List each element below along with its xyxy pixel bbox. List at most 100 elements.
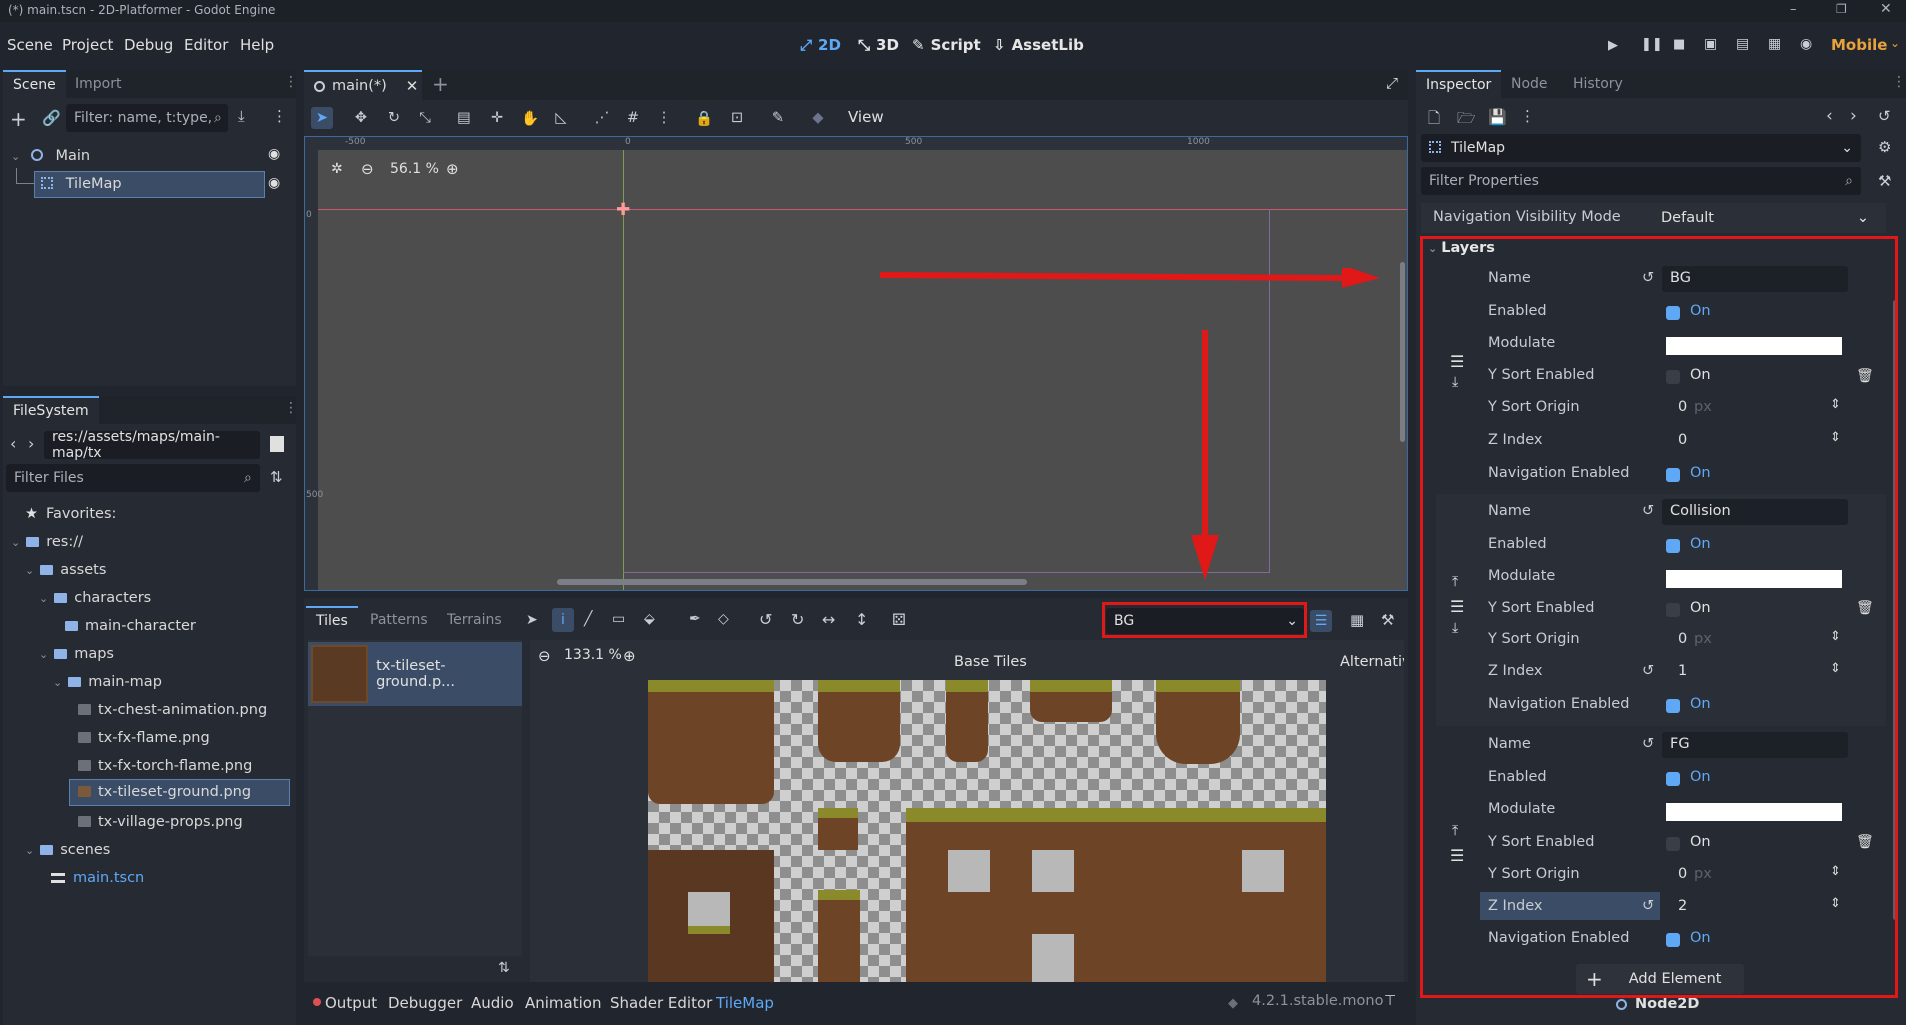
link-icon[interactable]: 🔗 xyxy=(42,109,61,127)
remote-debug-icon[interactable]: ▣ xyxy=(1704,36,1717,52)
tab-filesystem[interactable]: FileSystem xyxy=(3,396,99,424)
pin-panel-icon[interactable]: ⊤ xyxy=(1384,993,1396,1009)
horizontal-scrollbar[interactable] xyxy=(557,579,1027,585)
tab-patterns[interactable]: Patterns xyxy=(360,606,438,634)
visibility-eye-icon[interactable]: ◉ xyxy=(268,146,280,162)
workspace-3d[interactable]: ⤡ 3D xyxy=(858,36,899,54)
rotate-right-icon[interactable]: ↻ xyxy=(791,610,804,629)
center-view-icon[interactable]: ✲ xyxy=(331,161,343,177)
group-icon[interactable]: ⊡ xyxy=(726,107,748,129)
movie-maker-icon[interactable]: ◉ xyxy=(1800,36,1812,52)
tab-scene[interactable]: Scene xyxy=(3,70,66,98)
flip-h-icon[interactable]: ↔ xyxy=(822,610,835,629)
visibility-eye-icon[interactable]: ◉ xyxy=(268,175,280,191)
paint-tool-icon[interactable]: ⅰ xyxy=(552,608,574,632)
object-history-icon[interactable]: ↺ xyxy=(1878,107,1891,125)
split-view-icon[interactable] xyxy=(270,436,284,452)
open-resource-icon[interactable]: 🗁 xyxy=(1457,108,1476,133)
tree-main-character[interactable]: main-character xyxy=(65,614,196,638)
tab-debugger[interactable]: Debugger xyxy=(388,994,462,1012)
menu-editor[interactable]: Editor xyxy=(184,36,228,54)
forward-icon[interactable]: › xyxy=(28,434,34,453)
grid-snap-icon[interactable]: # xyxy=(622,107,644,129)
tree-node-tilemap[interactable]: TileMap xyxy=(34,171,265,198)
tools-icon[interactable]: ⚙ xyxy=(1878,138,1891,156)
tile-atlas-view[interactable]: ⊖ 133.1 % ⊕ Base Tiles Alternativ xyxy=(530,640,1404,982)
renderer-select[interactable]: Mobile xyxy=(1831,36,1887,54)
tree-file-torch[interactable]: tx-fx-torch-flame.png xyxy=(78,754,252,778)
pan-mode-icon[interactable]: ✋ xyxy=(519,107,541,129)
zoom-out-icon[interactable]: ⊖ xyxy=(538,647,551,665)
tab-inspector[interactable]: Inspector xyxy=(1416,70,1502,98)
menu-scene[interactable]: Scene xyxy=(7,36,53,54)
dock-menu-icon[interactable]: ⋮ xyxy=(1892,74,1906,90)
grid-toggle-icon[interactable]: ▦ xyxy=(1350,611,1364,629)
object-selector[interactable]: TileMap ⌄ xyxy=(1421,134,1861,162)
rotate-mode-icon[interactable]: ↻ xyxy=(383,107,405,129)
tab-animation[interactable]: Animation xyxy=(525,994,601,1012)
close-window-icon[interactable]: ✕ xyxy=(1880,1,1892,17)
tree-assets[interactable]: ⌄ assets xyxy=(25,558,106,582)
scene-menu-icon[interactable]: ⋮ xyxy=(272,107,287,125)
ruler-mode-icon[interactable]: ◺ xyxy=(550,107,572,129)
tree-main-map[interactable]: ⌄ main-map xyxy=(53,670,162,694)
tab-audio[interactable]: Audio xyxy=(471,994,514,1012)
history-forward-icon[interactable]: › xyxy=(1850,106,1857,126)
tab-main-scene[interactable]: main(*) ✕ xyxy=(304,70,422,100)
flip-v-icon[interactable]: ↕ xyxy=(855,610,868,629)
dock-menu-icon[interactable]: ⋮ xyxy=(284,74,298,90)
tree-file-chest[interactable]: tx-chest-animation.png xyxy=(78,698,267,722)
pause-icon[interactable]: ❚❚ xyxy=(1641,37,1663,52)
zoom-out-icon[interactable]: ⊖ xyxy=(361,160,374,178)
add-node-icon[interactable]: + xyxy=(10,107,27,131)
menu-help[interactable]: Help xyxy=(240,36,274,54)
smart-snap-icon[interactable]: ⋰ xyxy=(591,107,613,129)
canvas-viewport[interactable]: -500 0 500 1000 0 500 ✚ ✲ ⊖ 56.1 % ⊕ xyxy=(304,136,1408,591)
stop-icon[interactable]: ■ xyxy=(1673,37,1685,52)
scale-mode-icon[interactable]: ⤡ xyxy=(414,107,436,129)
zoom-in-icon[interactable]: ⊕ xyxy=(446,160,459,178)
favorites-row[interactable]: ★ Favorites: xyxy=(25,502,116,526)
snap-options-icon[interactable]: ⋮ xyxy=(653,107,675,129)
tree-res[interactable]: ⌄ res:// xyxy=(11,530,83,554)
bucket-tool-icon[interactable]: ⬙ xyxy=(644,611,655,627)
source-item[interactable]: tx-tileset-ground.p... xyxy=(308,642,522,706)
menu-debug[interactable]: Debug xyxy=(124,36,173,54)
zoom-in-icon[interactable]: ⊕ xyxy=(623,647,636,665)
tilemap-options-icon[interactable]: ⚒ xyxy=(1381,611,1394,629)
camera-override-icon[interactable]: ◆ xyxy=(807,107,829,129)
workspace-script[interactable]: ✎ Script xyxy=(912,36,981,54)
nav-visibility-select[interactable]: Default ⌄ xyxy=(1653,205,1881,231)
atlas-zoom-level[interactable]: 133.1 % xyxy=(564,647,622,663)
list-select-icon[interactable]: ▤ xyxy=(453,107,475,129)
lock-icon[interactable]: 🔒 xyxy=(693,107,715,129)
tree-file-village[interactable]: tx-village-props.png xyxy=(78,810,243,834)
rotate-left-icon[interactable]: ↺ xyxy=(759,610,772,629)
tab-import[interactable]: Import xyxy=(65,70,131,98)
back-icon[interactable]: ‹ xyxy=(10,434,16,453)
filter-properties-input[interactable]: Filter Properties ⌕ xyxy=(1421,167,1861,195)
instance-scene-icon[interactable]: ⤓ xyxy=(238,107,245,125)
view-menu[interactable]: View xyxy=(848,108,884,126)
dock-menu-icon[interactable]: ⋮ xyxy=(284,400,298,416)
move-mode-icon[interactable]: ✥ xyxy=(350,107,372,129)
play-scene-icon[interactable]: ▤ xyxy=(1736,36,1749,52)
random-tile-icon[interactable]: ⚄ xyxy=(892,610,906,629)
select-tool-icon[interactable]: ➤ xyxy=(526,612,538,628)
add-tab-icon[interactable]: + xyxy=(432,72,449,96)
save-resource-icon[interactable]: 💾 xyxy=(1488,108,1507,126)
history-back-icon[interactable]: ‹ xyxy=(1826,106,1833,126)
workspace-2d[interactable]: ⤢ 2D xyxy=(800,36,841,54)
files-filter-input[interactable]: Filter Files ⌕ xyxy=(6,464,260,492)
picker-tool-icon[interactable]: ✒ xyxy=(689,611,701,627)
highlight-layer-icon[interactable]: ☰ xyxy=(1310,610,1332,632)
tab-tiles[interactable]: Tiles xyxy=(306,606,358,634)
tab-history[interactable]: History xyxy=(1563,70,1633,98)
resource-menu-icon[interactable]: ⋮ xyxy=(1520,107,1535,125)
minimize-icon[interactable]: – xyxy=(1790,2,1797,17)
tree-file-tileset[interactable]: tx-tileset-ground.png xyxy=(69,779,290,806)
tab-terrains[interactable]: Terrains xyxy=(437,606,512,634)
source-sort-icon[interactable]: ⇅ xyxy=(498,960,510,976)
tree-maps[interactable]: ⌄ maps xyxy=(39,642,114,666)
play-icon[interactable]: ▶ xyxy=(1608,38,1618,53)
